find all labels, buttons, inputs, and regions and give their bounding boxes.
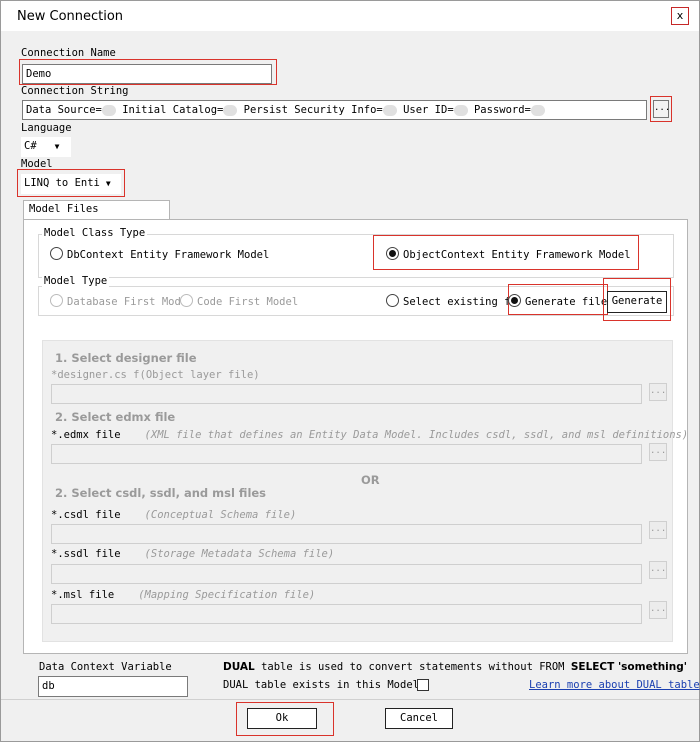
generate-button[interactable]: Generate [607,291,667,313]
language-dropdown[interactable]: C# ▼ [21,137,71,157]
radio-icon[interactable] [50,294,63,307]
ssdl-file-browse-button[interactable]: ... [649,561,667,579]
redacted-mark [101,104,116,116]
chevron-down-icon: ▼ [54,142,60,151]
chevron-down-icon: ▼ [105,179,111,188]
designer-file-label: *designer.cs f(Object layer file) [51,369,260,381]
cs-part-initial-catalog: Initial Catalog= [122,104,224,116]
radio-selected-icon[interactable] [508,294,521,307]
step2-title: 2. Select edmx file [55,410,176,424]
database-first-option[interactable]: Database First Mode [50,294,187,308]
connection-string-browse-button[interactable]: ... [653,100,670,118]
step3-title: 2. Select csdl, ssdl, and msl files [55,486,267,500]
generate-file-option[interactable]: Generate file [508,294,607,308]
ssdl-file-input[interactable] [51,564,642,584]
title-bar: New Connection x [1,1,699,31]
dual-learn-more-link[interactable]: Learn more about DUAL table [529,679,700,691]
new-connection-dialog: New Connection x Connection Name Demo Co… [0,0,700,742]
connection-name-input[interactable]: Demo [22,64,272,84]
close-icon: x [676,9,684,22]
ok-button[interactable]: Ok [247,708,317,729]
model-class-type-label: Model Class Type [42,227,148,239]
model-type-label: Model Type [42,275,110,287]
footer-divider [1,699,699,700]
cancel-button[interactable]: Cancel [385,708,453,729]
connection-string-label: Connection String [21,85,129,97]
tab-model-files[interactable]: Model Files [23,200,170,220]
designer-file-browse-button[interactable]: ... [649,383,667,401]
file-selection-group: 1. Select designer file *designer.cs f(O… [42,340,688,642]
language-value: C# [24,140,37,152]
model-files-panel: Model Class Type DbContext Entity Framew… [23,219,688,654]
radio-icon[interactable] [50,247,63,260]
msl-file-label: *.msl file (Mapping Specification file) [51,589,316,601]
or-label: OR [361,473,380,487]
select-existing-option[interactable]: Select existing f [386,294,510,308]
language-label: Language [21,122,72,134]
data-context-input[interactable]: db [38,676,188,697]
edmx-file-browse-button[interactable]: ... [649,443,667,461]
dual-exists-checkbox[interactable] [417,679,429,691]
csdl-file-browse-button[interactable]: ... [649,521,667,539]
connection-name-label: Connection Name [21,47,116,59]
dual-exists-checkbox-label: DUAL table exists in this Model [223,679,419,691]
cs-part-data-source: Data Source= [26,104,102,116]
data-context-label: Data Context Variable [39,661,172,673]
redacted-mark [530,104,545,116]
ssdl-file-label: *.ssdl file (Storage Metadata Schema file… [51,548,335,560]
dbcontext-option[interactable]: DbContext Entity Framework Model [50,247,269,261]
redacted-mark [453,104,468,116]
radio-selected-icon[interactable] [386,247,399,260]
radio-icon[interactable] [386,294,399,307]
cs-part-user-id: User ID= [403,104,454,116]
redacted-mark [223,104,238,116]
csdl-file-input[interactable] [51,524,642,544]
window-title: New Connection [17,9,124,24]
step1-title: 1. Select designer file [55,351,197,365]
redacted-mark [382,104,397,116]
csdl-file-label: *.csdl file (Conceptual Schema file) [51,509,297,521]
radio-icon[interactable] [180,294,193,307]
designer-file-input[interactable] [51,384,642,404]
model-value: LINQ to Enti [24,177,100,189]
edmx-file-input[interactable] [51,444,642,464]
connection-string-input[interactable]: Data Source= Initial Catalog= Persist Se… [22,100,647,120]
msl-file-browse-button[interactable]: ... [649,601,667,619]
cs-part-password: Password= [473,104,531,116]
dual-note: DUAL table is used to convert statements… [223,661,687,673]
cs-part-persist: Persist Security Info= [243,104,383,116]
code-first-option[interactable]: Code First Model [180,294,298,308]
edmx-file-label: *.edmx file (XML file that defines an Ent… [51,429,689,441]
model-dropdown[interactable]: LINQ to Enti ▼ [21,174,121,194]
objectcontext-option[interactable]: ObjectContext Entity Framework Model [386,247,631,261]
close-button[interactable]: x [671,7,689,25]
msl-file-input[interactable] [51,604,642,624]
